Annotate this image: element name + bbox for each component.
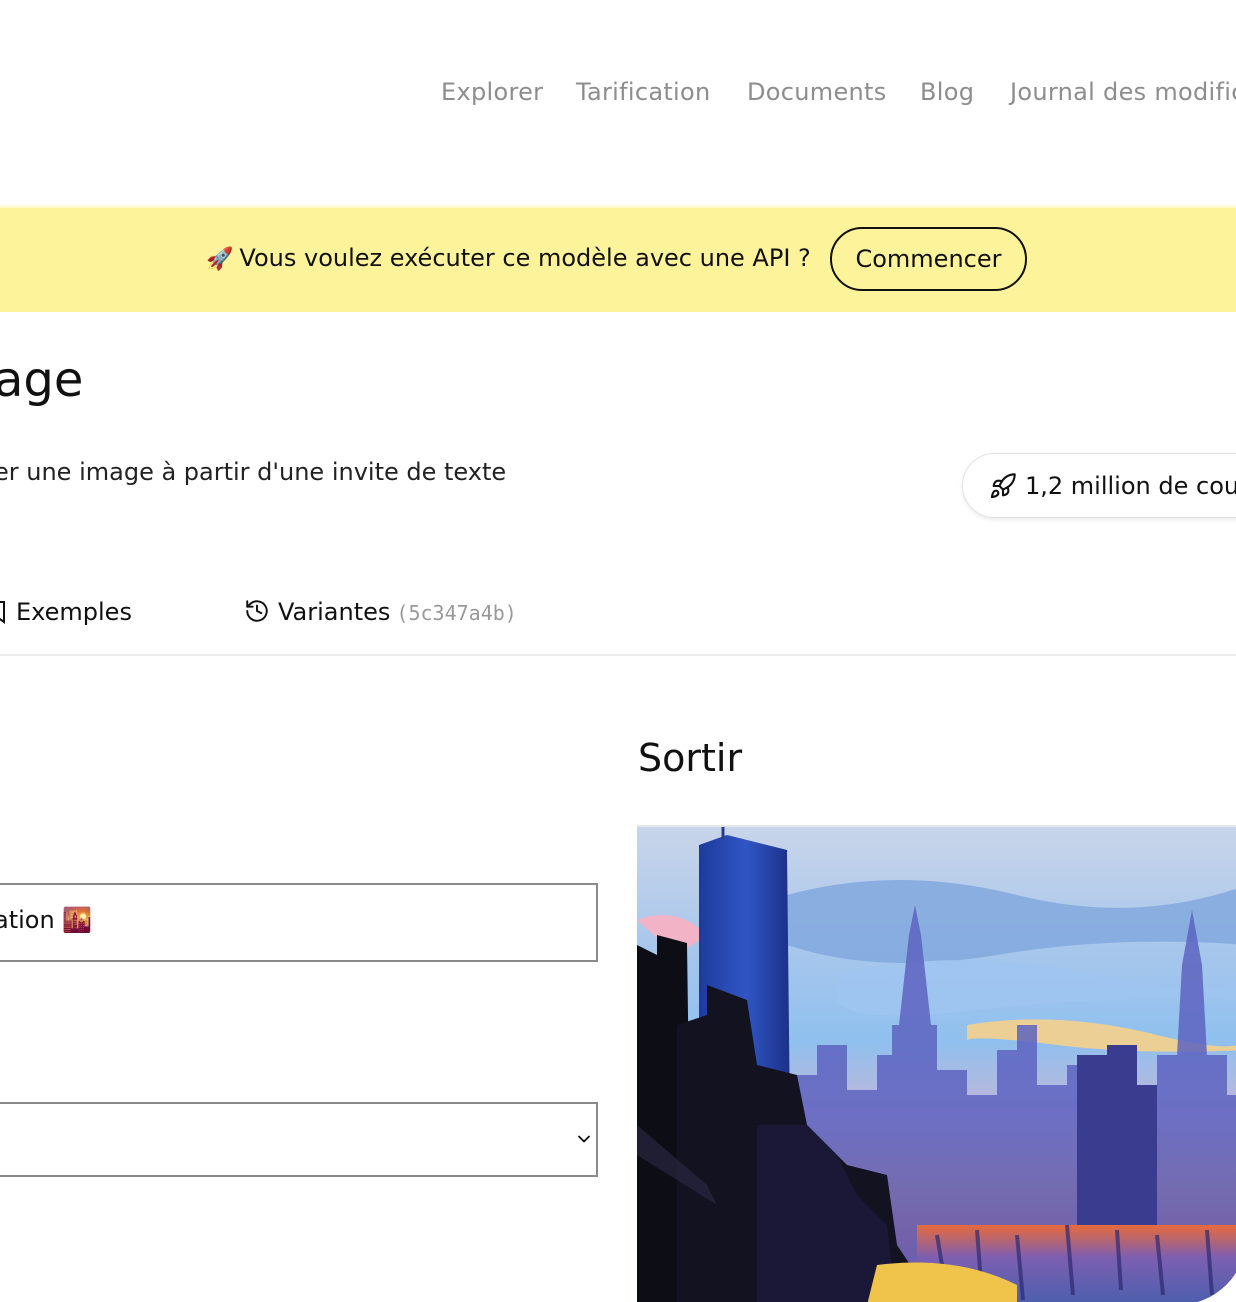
tab-versions[interactable]: Variantes (5c347a4b): [244, 598, 517, 630]
bookmark-icon: [0, 600, 8, 630]
page: Explorer Tarification Documents Blog Jou…: [0, 0, 1236, 1302]
history-icon: [244, 598, 270, 630]
rocket-icon: 🚀: [206, 247, 234, 272]
page-title: age: [0, 352, 84, 408]
get-started-button[interactable]: Commencer: [830, 227, 1027, 291]
tab-examples[interactable]: Exemples: [0, 598, 132, 630]
banner-label: Vous voulez exécuter ce modèle avec une …: [239, 244, 811, 272]
prompt-value: ation 🌇: [0, 906, 93, 934]
output-image[interactable]: [637, 825, 1236, 1302]
nav-docs[interactable]: Documents: [747, 78, 887, 106]
run-count-badge[interactable]: 1,2 million de cour: [962, 453, 1236, 518]
tabs-divider: [0, 654, 1236, 656]
output-heading: Sortir: [638, 736, 743, 780]
scheduler-select[interactable]: [0, 1102, 598, 1177]
version-id: (5c347a4b): [396, 601, 517, 625]
generated-cityscape-image: [637, 825, 1236, 1302]
model-description: er une image à partir d'une invite de te…: [0, 458, 507, 486]
chevron-down-icon: [576, 1131, 592, 1151]
run-count-label: 1,2 million de cour: [1025, 472, 1236, 500]
tab-versions-label: Variantes: [278, 598, 391, 626]
tab-examples-label: Exemples: [16, 598, 132, 626]
rocket-outline-icon: [989, 472, 1017, 504]
nav-changelog[interactable]: Journal des modific: [1010, 78, 1236, 106]
banner-message: 🚀 Vous voulez exécuter ce modèle avec une…: [206, 244, 811, 272]
nav-explore[interactable]: Explorer: [441, 78, 543, 106]
nav-blog[interactable]: Blog: [920, 78, 974, 106]
nav-pricing[interactable]: Tarification: [576, 78, 711, 106]
